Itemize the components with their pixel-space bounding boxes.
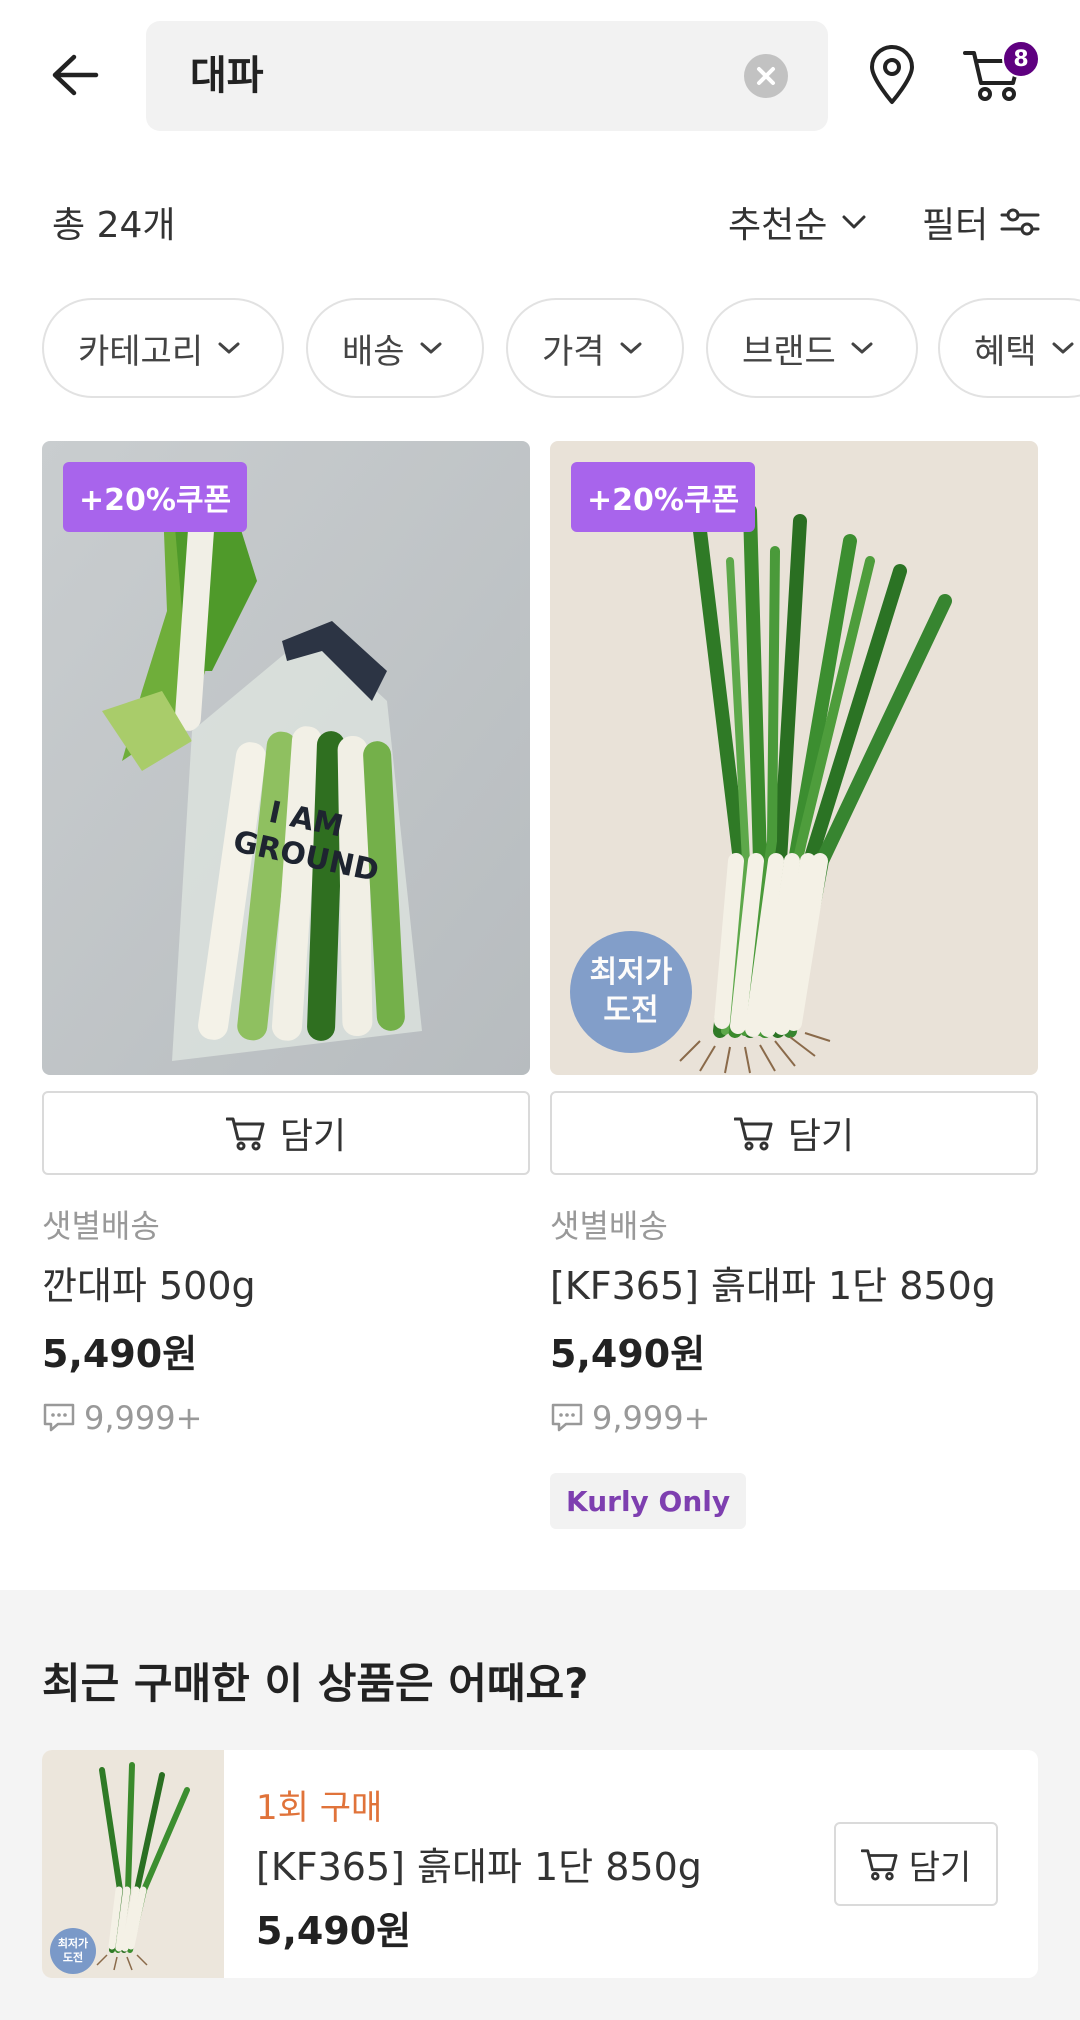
filter-chips: 카테고리 배송 가격 브랜드 혜택	[42, 298, 1080, 398]
lowest-badge-line2: 도전	[603, 993, 659, 1028]
result-count: 총 24개	[52, 205, 176, 246]
coupon-badge: +20%쿠폰	[571, 462, 756, 532]
lowest-badge-line1: 최저가	[589, 955, 673, 990]
add-label: 담기	[908, 1847, 972, 1888]
filter-label: 필터	[922, 205, 989, 246]
chevron-down-icon	[1052, 342, 1074, 354]
cart-icon	[733, 1117, 773, 1151]
chip-category[interactable]: 카테고리	[42, 298, 284, 398]
coupon-badge: +20%쿠폰	[63, 462, 248, 532]
chip-brand[interactable]: 브랜드	[706, 298, 918, 398]
chevron-down-icon	[842, 215, 866, 229]
chip-price[interactable]: 가격	[506, 298, 684, 398]
review-count: 9,999+	[42, 1399, 202, 1437]
lowest-price-badge: 최저가 도전	[570, 931, 692, 1053]
header: 대파 8	[0, 0, 1080, 150]
delivery-type: 샛별배송	[550, 1207, 668, 1245]
chevron-down-icon	[851, 342, 873, 354]
lowest-badge-line2: 도전	[62, 1951, 84, 1964]
add-label: 담기	[279, 1116, 347, 1157]
review-count: 9,999+	[550, 1399, 710, 1437]
recent-product-name[interactable]: [KF365] 흙대파 1단 850g	[256, 1836, 702, 1891]
product-name[interactable]: [KF365] 흙대파 1단 850g	[550, 1255, 996, 1310]
kurly-only-tag: Kurly Only	[550, 1473, 747, 1529]
chevron-down-icon	[218, 342, 240, 354]
recent-purchase-section: 최근 구매한 이 상품은 어때요? 최저가 도전 1회 구매 [KF365] 흙…	[0, 1590, 1080, 2020]
add-to-cart-button[interactable]: 담기	[834, 1822, 998, 1906]
review-count-text: 9,999+	[84, 1399, 203, 1437]
comment-icon	[43, 1403, 75, 1432]
delivery-type: 샛별배송	[42, 1207, 160, 1245]
chip-label: 가격	[542, 331, 605, 372]
add-to-cart-button[interactable]: 담기	[550, 1091, 1038, 1175]
lowest-badge-line1: 최저가	[57, 1937, 89, 1950]
recent-section-title: 최근 구매한 이 상품은 어때요?	[42, 1659, 589, 1708]
product-name[interactable]: 깐대파 500g	[42, 1255, 256, 1310]
chip-delivery[interactable]: 배송	[306, 298, 484, 398]
cart-icon	[860, 1849, 898, 1881]
add-to-cart-button[interactable]: 담기	[42, 1091, 530, 1175]
add-label: 담기	[787, 1116, 855, 1157]
sort-label: 추천순	[728, 205, 828, 246]
search-input[interactable]: 대파	[146, 21, 828, 131]
review-count-text: 9,999+	[592, 1399, 711, 1437]
product-price: 5,490원	[550, 1332, 706, 1376]
chip-benefit[interactable]: 혜택	[938, 298, 1080, 398]
chip-label: 혜택	[974, 331, 1037, 372]
location-pin-icon[interactable]	[862, 40, 922, 110]
chip-label: 브랜드	[742, 331, 836, 372]
recent-product-card[interactable]: 최저가 도전 1회 구매 [KF365] 흙대파 1단 850g 5,490원 …	[42, 1750, 1038, 1978]
chip-label: 카테고리	[78, 331, 204, 372]
sort-dropdown[interactable]: 추천순	[728, 196, 867, 248]
chevron-down-icon	[620, 342, 642, 354]
clear-search-icon[interactable]	[744, 54, 788, 98]
lowest-price-badge: 최저가 도전	[50, 1928, 96, 1974]
cart-icon	[225, 1117, 265, 1151]
comment-icon	[551, 1403, 583, 1432]
chevron-down-icon	[420, 342, 442, 354]
recent-product-image[interactable]: 최저가 도전	[42, 1750, 224, 1978]
cart-count-badge: 8	[1002, 40, 1040, 78]
product-image[interactable]: I AM GROUND +20%쿠폰	[42, 441, 530, 1075]
purchase-count-tag: 1회 구매	[256, 1788, 383, 1828]
product-image[interactable]: +20%쿠폰 최저가 도전	[550, 441, 1038, 1075]
filter-sliders-icon	[1000, 208, 1040, 236]
filter-button[interactable]: 필터	[922, 196, 1040, 248]
product-price: 5,490원	[42, 1332, 198, 1376]
chip-label: 배송	[342, 331, 405, 372]
recent-product-price: 5,490원	[256, 1909, 412, 1953]
search-query: 대파	[190, 53, 264, 99]
back-arrow-icon[interactable]	[40, 40, 110, 110]
